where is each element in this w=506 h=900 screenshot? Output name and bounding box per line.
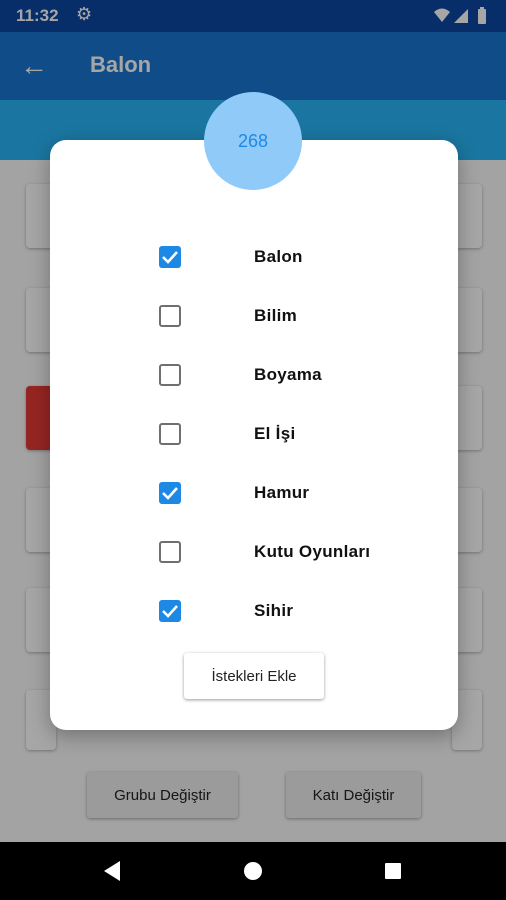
category-row-kutu-oyunlari[interactable]: Kutu Oyunları <box>150 530 410 574</box>
checkbox-checked[interactable] <box>159 246 181 268</box>
category-label: Bilim <box>254 306 298 325</box>
checkbox-unchecked[interactable] <box>159 305 181 327</box>
category-row-el-isi[interactable]: El İşi <box>150 412 410 456</box>
add-requests-button[interactable]: İstekleri Ekle <box>184 653 324 699</box>
category-row-boyama[interactable]: Boyama <box>150 353 410 397</box>
nav-recents-icon[interactable] <box>378 856 408 886</box>
category-label: Hamur <box>254 483 310 502</box>
checkbox-unchecked[interactable] <box>159 364 181 386</box>
category-row-bilim[interactable]: Bilim <box>150 294 410 338</box>
category-row-sihir[interactable]: Sihir <box>150 589 410 633</box>
checkbox-unchecked[interactable] <box>159 541 181 563</box>
category-row-balon[interactable]: Balon <box>150 235 410 279</box>
checkbox-checked[interactable] <box>159 600 181 622</box>
category-label: Boyama <box>254 365 322 384</box>
checkmark-icon <box>162 605 178 618</box>
category-label: El İşi <box>254 424 296 443</box>
category-label: Kutu Oyunları <box>254 542 371 561</box>
system-navigation-bar <box>0 842 506 900</box>
nav-back-icon[interactable] <box>98 856 128 886</box>
category-label: Balon <box>254 247 303 266</box>
checkmark-icon <box>162 251 178 264</box>
checkbox-unchecked[interactable] <box>159 423 181 445</box>
checkbox-checked[interactable] <box>159 482 181 504</box>
count-badge: 268 <box>204 92 302 190</box>
checkmark-icon <box>162 487 178 500</box>
nav-home-icon[interactable] <box>238 856 268 886</box>
category-row-hamur[interactable]: Hamur <box>150 471 410 515</box>
category-label: Sihir <box>254 601 294 620</box>
